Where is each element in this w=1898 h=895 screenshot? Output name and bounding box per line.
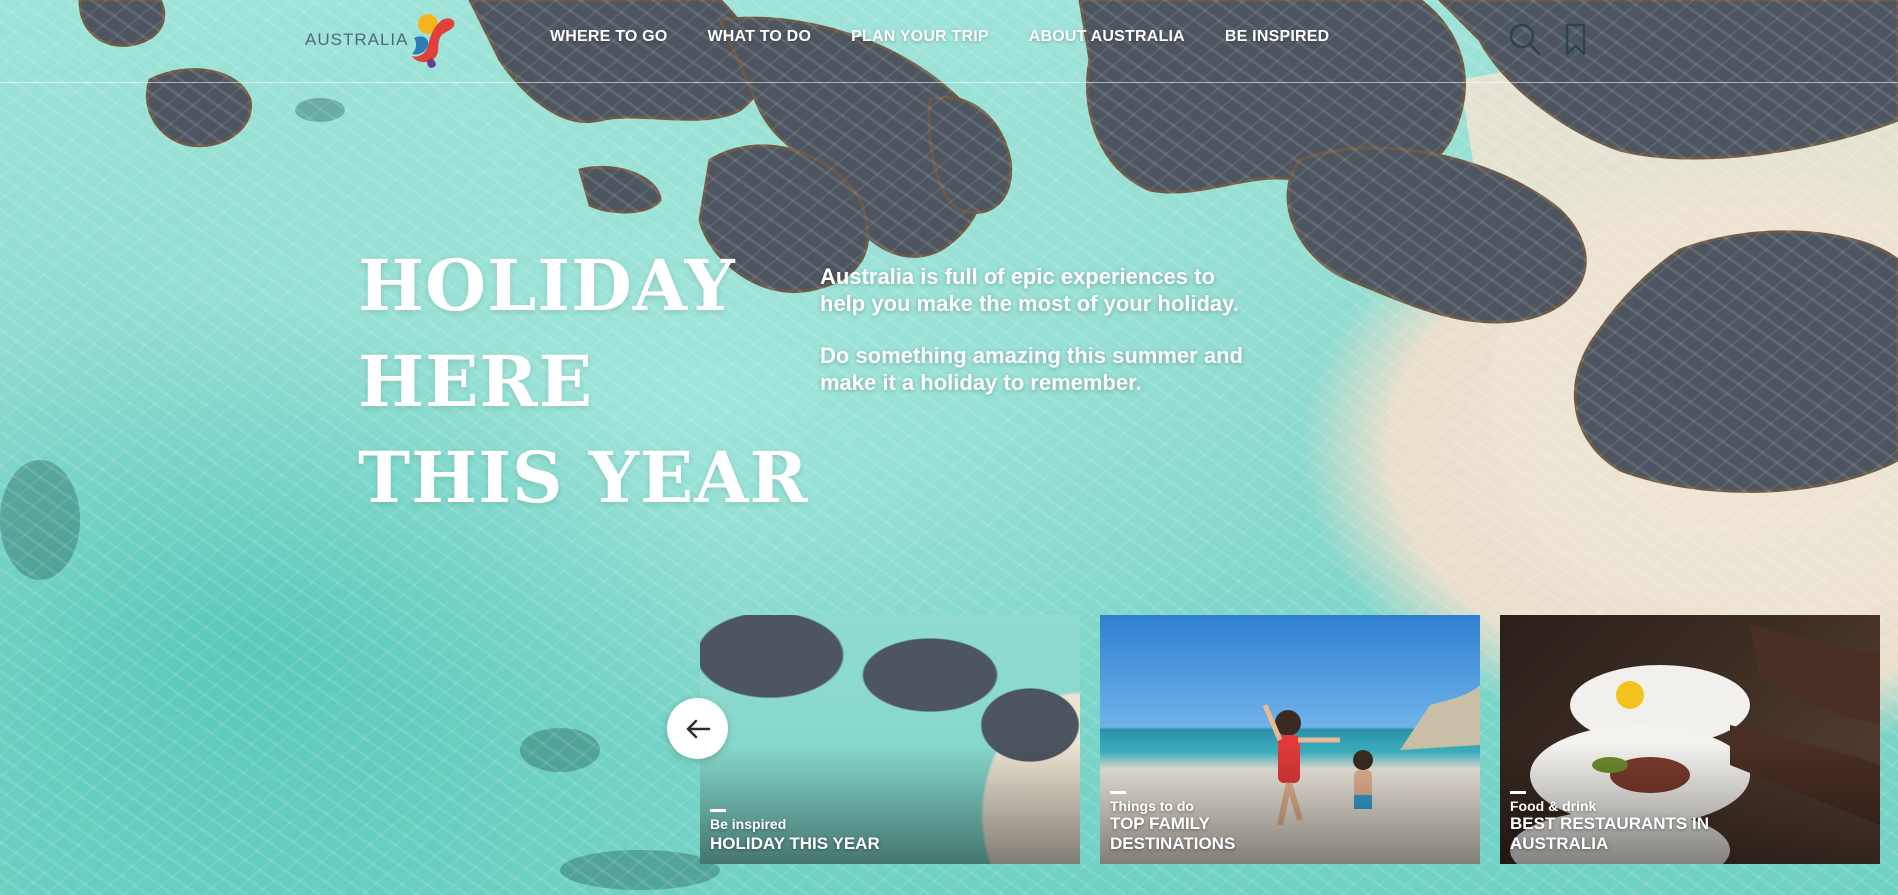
headline-line-1: HOLIDAY: [358, 244, 736, 327]
carousel-card-family[interactable]: Things to do TOP FAMILY DESTINATIONS: [1100, 615, 1480, 864]
card-dash: [1510, 791, 1526, 794]
card-category: Food & drink: [1510, 798, 1597, 814]
nav-plan-your-trip[interactable]: PLAN YOUR TRIP: [851, 28, 989, 46]
intro-paragraph-2: Do something amazing this summer and mak…: [820, 343, 1243, 395]
logo-wordmark: AUSTRALIA: [305, 30, 409, 49]
carousel-prev-button[interactable]: [667, 698, 728, 759]
card-category: Things to do: [1110, 798, 1194, 814]
card-title: BEST RESTAURANTS IN AUSTRALIA: [1510, 814, 1709, 853]
site-header: AUSTRALIA WHERE TO GO WHAT TO DO PLAN YO…: [0, 0, 1898, 83]
main-nav: WHERE TO GO WHAT TO DO PLAN YOUR TRIP AB…: [550, 28, 1369, 46]
carousel-card-holiday[interactable]: Be inspired HOLIDAY THIS YEAR: [700, 615, 1080, 864]
card-dash: [1110, 791, 1126, 794]
nav-where-to-go[interactable]: WHERE TO GO: [550, 28, 667, 46]
carousel-card-restaurants[interactable]: Food & drink BEST RESTAURANTS IN AUSTRAL…: [1500, 615, 1880, 864]
nav-about-australia[interactable]: ABOUT AUSTRALIA: [1029, 28, 1185, 46]
hero-intro: Australia is full of epic experiences to…: [820, 263, 1260, 421]
nav-be-inspired[interactable]: BE INSPIRED: [1225, 28, 1329, 46]
search-icon[interactable]: [1508, 22, 1542, 58]
headline-line-3: THIS YEAR: [358, 436, 809, 519]
logo[interactable]: AUSTRALIA: [305, 10, 462, 70]
intro-paragraph-1: Australia is full of epic experiences to…: [820, 264, 1239, 316]
card-dash: [710, 809, 726, 812]
card-title: HOLIDAY THIS YEAR: [710, 834, 880, 853]
bookmark-icon[interactable]: [1560, 22, 1594, 58]
card-category: Be inspired: [710, 816, 787, 832]
arrow-left-icon: [686, 719, 710, 738]
nav-what-to-do[interactable]: WHAT TO DO: [707, 28, 811, 46]
kangaroo-logo-icon: [412, 14, 455, 68]
headline-line-2: HERE: [358, 340, 594, 423]
hero-headline: HOLIDAY HERE THIS YEAR: [358, 238, 809, 526]
card-title: TOP FAMILY DESTINATIONS: [1110, 814, 1236, 853]
